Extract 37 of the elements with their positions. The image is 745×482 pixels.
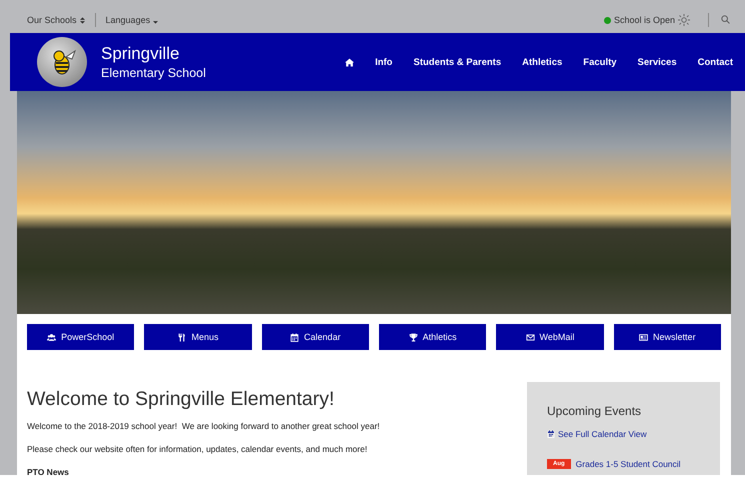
quick-link-button[interactable]: PowerSchool [27, 324, 134, 350]
school-subtitle: Elementary School [101, 66, 206, 80]
calendar-link[interactable]: See Full Calendar View [547, 429, 720, 439]
welcome-heading: Welcome to Springville Elementary! [27, 388, 336, 411]
nav-link[interactable]: Contact [698, 56, 733, 68]
event-link[interactable]: Grades 1-5 Student Council [576, 459, 681, 469]
quick-link-button[interactable]: Athletics [378, 324, 486, 350]
pto-news-heading: PTO News [27, 467, 70, 475]
home-icon [345, 58, 354, 66]
nav-link[interactable]: Info [375, 56, 392, 68]
home-link[interactable] [345, 58, 354, 66]
nav-link[interactable]: Athletics [522, 56, 562, 68]
envelope-icon [526, 332, 535, 342]
school-name: Springville [101, 44, 180, 64]
quick-link-button[interactable]: WebMail [496, 324, 604, 350]
quick-link-button[interactable]: Calendar [262, 324, 369, 350]
quick-link-button[interactable]: Newsletter [614, 324, 721, 350]
school-status-text: School is Open [614, 15, 675, 25]
nav-link[interactable]: Faculty [583, 56, 617, 68]
calendar-icon [547, 430, 555, 438]
nav-link[interactable]: Services [638, 56, 677, 68]
search-button[interactable] [721, 14, 730, 26]
welcome-paragraph: Welcome to the 2018-2019 school year! We are looking forward to another great school year! [27, 421, 381, 431]
calendar-icon [290, 332, 300, 342]
trophy-icon [408, 332, 418, 342]
events-heading: Upcoming Events [547, 404, 642, 418]
newspaper-icon [639, 332, 648, 342]
sun-icon [678, 14, 690, 26]
nav-link[interactable]: Students & Parents [414, 56, 502, 68]
quick-link-button[interactable]: Menus [144, 324, 252, 350]
welcome-paragraph: Please check our website often for information, updates, calendar events, and much more! [27, 444, 368, 454]
updown-caret-icon [80, 16, 85, 24]
users-icon [47, 332, 56, 342]
schools-menu[interactable]: Our Schools [27, 15, 85, 25]
bee-mascot-logo [37, 37, 87, 87]
languages-menu[interactable]: Languages [106, 15, 158, 25]
fork-knife-icon [177, 332, 186, 342]
